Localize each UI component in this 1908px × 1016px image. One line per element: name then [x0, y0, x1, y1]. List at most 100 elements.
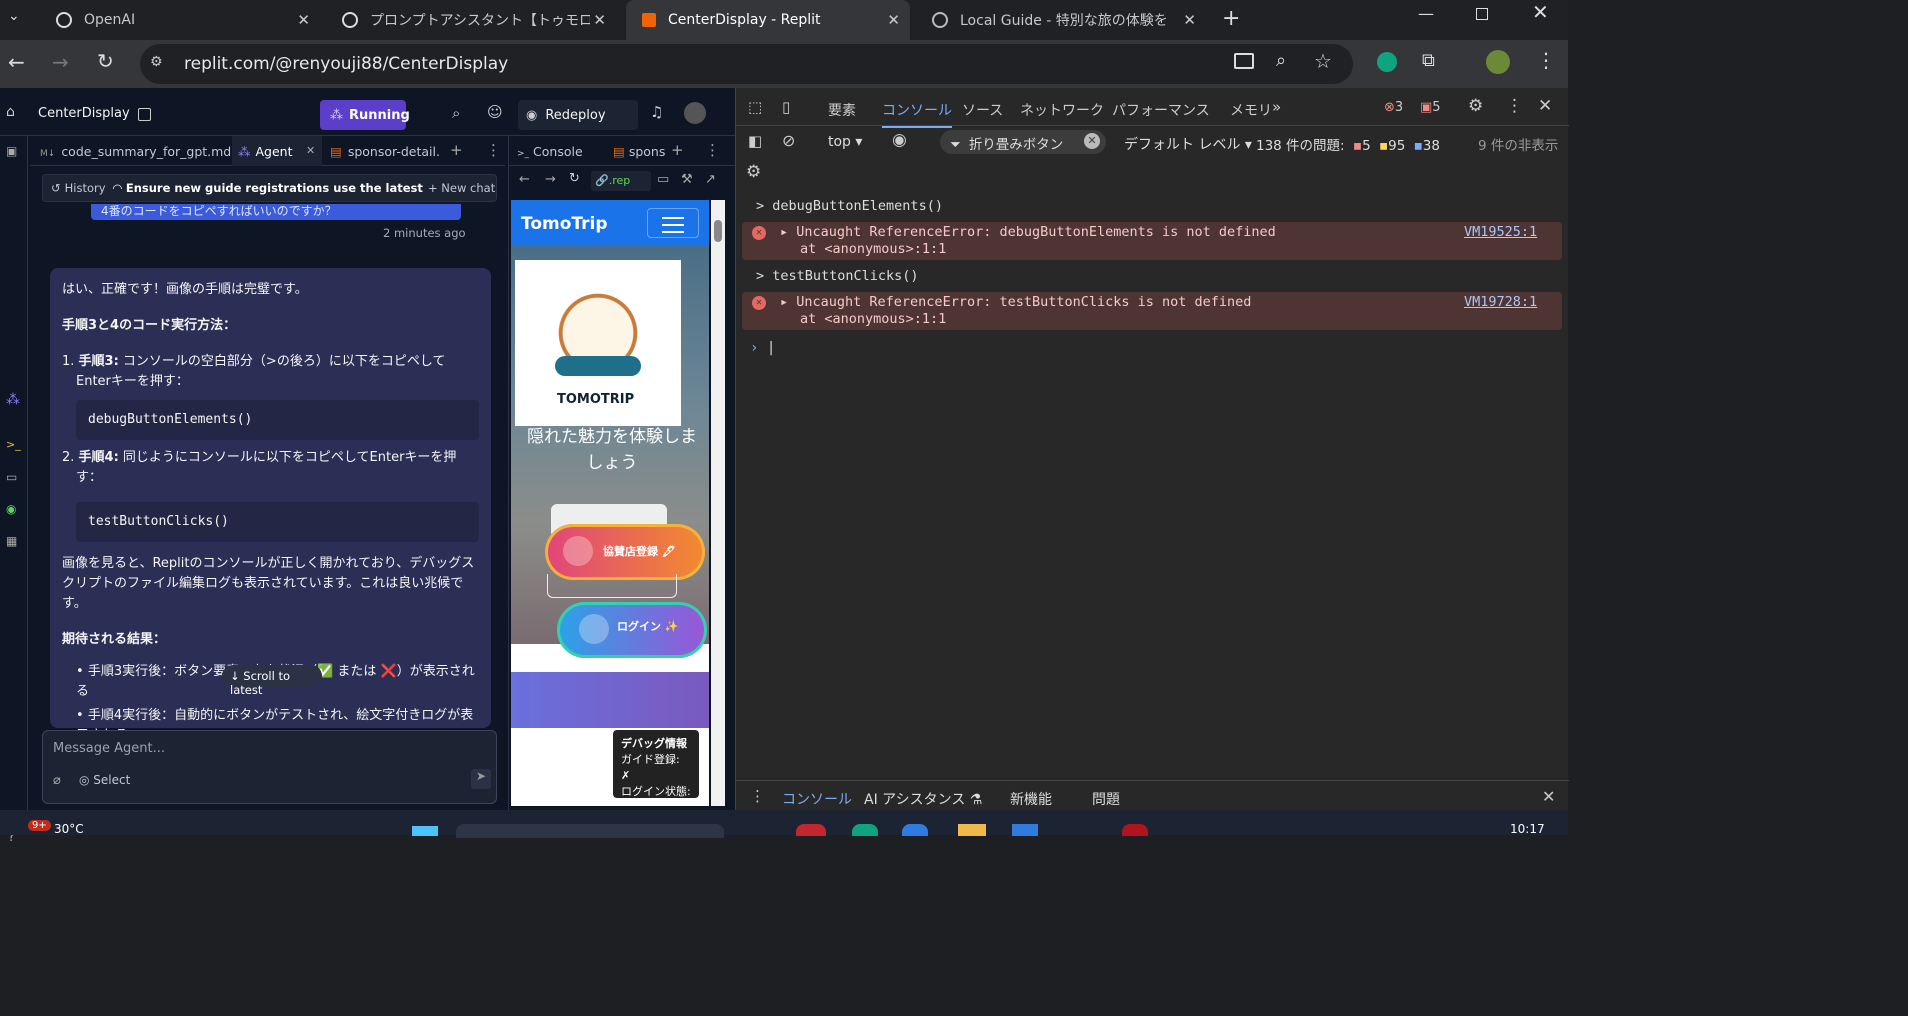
- reload-icon[interactable]: ↻: [97, 49, 114, 73]
- close-icon[interactable]: ✕: [297, 11, 310, 29]
- preview-url[interactable]: 🔗.rep: [591, 171, 651, 191]
- devtools-tab-performance[interactable]: パフォーマンス: [1112, 100, 1210, 120]
- shell-icon[interactable]: >_: [6, 438, 21, 451]
- install-icon[interactable]: [1234, 53, 1254, 69]
- redeploy-button[interactable]: ◉ Redeploy: [518, 100, 638, 130]
- error-source-link[interactable]: VM19728:1: [1464, 294, 1537, 310]
- browser-tab-local-guide[interactable]: Local Guide - 特別な旅の体験を ✕: [916, 0, 1206, 40]
- new-tab-icon[interactable]: +: [1222, 6, 1240, 31]
- drawer-tab-ai-assistance[interactable]: AI アシスタンス ⚗: [864, 789, 982, 809]
- all-tools-icon[interactable]: ▦: [6, 534, 17, 548]
- tab-code-summary[interactable]: M↓ code_summary_for_gpt.md: [40, 144, 231, 159]
- tab-options-icon[interactable]: ⋮: [705, 141, 720, 159]
- drawer-close-icon[interactable]: ✕: [1542, 787, 1555, 806]
- taskbar-app-icon[interactable]: [1122, 824, 1148, 836]
- new-tab-plus-icon[interactable]: +: [671, 141, 684, 159]
- history-button[interactable]: ↺ History: [51, 181, 106, 195]
- close-icon[interactable]: ✕: [593, 11, 606, 29]
- code-block-test[interactable]: testButtonClicks(): [76, 502, 479, 542]
- issues-summary[interactable]: 138 件の問題: ▪5 ▪95 ▪38: [1256, 134, 1440, 154]
- device-icon[interactable]: ▭: [657, 172, 669, 187]
- drawer-tab-whats-new[interactable]: 新機能: [1010, 789, 1052, 809]
- tab-console[interactable]: >_ Console: [517, 144, 583, 159]
- context-selector[interactable]: top ▾: [828, 134, 862, 150]
- agent-input-box[interactable]: Message Agent... ⌀ ◎ Select ➤: [42, 730, 497, 804]
- console-error-2[interactable]: ✕ ▸ Uncaught ReferenceError: testButtonC…: [742, 292, 1562, 330]
- home-icon[interactable]: ⌂: [6, 104, 15, 120]
- profile-avatar[interactable]: [1486, 50, 1510, 74]
- drawer-tab-issues[interactable]: 問題: [1092, 789, 1120, 809]
- new-tab-plus-icon[interactable]: +: [450, 141, 463, 159]
- tab-search-icon[interactable]: ⌄: [8, 8, 30, 30]
- close-icon[interactable]: ✕: [887, 11, 900, 29]
- collapse-sidebar-icon[interactable]: ▣: [6, 144, 17, 158]
- forward-icon[interactable]: →: [545, 172, 556, 187]
- back-icon[interactable]: ←: [519, 172, 530, 187]
- sponsor-register-button[interactable]: 協賛店登録 🖋: [545, 524, 705, 580]
- hamburger-menu-button[interactable]: [647, 208, 699, 238]
- console-settings-gear-icon[interactable]: ⚙: [746, 162, 761, 182]
- new-chat-button[interactable]: + New chat: [428, 181, 495, 195]
- minimize-icon[interactable]: —: [1418, 4, 1434, 23]
- message-input-placeholder[interactable]: Message Agent...: [53, 741, 165, 756]
- open-external-icon[interactable]: ↗: [705, 172, 716, 187]
- taskbar-app-icon[interactable]: [1012, 824, 1038, 836]
- preview-icon[interactable]: ▭: [6, 470, 17, 484]
- tab-options-icon[interactable]: ⋮: [486, 141, 501, 159]
- clock[interactable]: 10:17: [1510, 822, 1545, 836]
- window-close-icon[interactable]: ✕: [1532, 0, 1549, 24]
- hero-button-outline[interactable]: [547, 574, 677, 598]
- close-icon[interactable]: ✕: [306, 144, 315, 157]
- code-block-debug[interactable]: debugButtonElements(): [76, 400, 479, 440]
- restore-icon[interactable]: [1476, 8, 1488, 20]
- devtools-tab-console[interactable]: コンソール: [882, 100, 952, 128]
- site-logo-text[interactable]: TomoTrip: [521, 214, 608, 234]
- log-level-dropdown[interactable]: デフォルト レベル ▾: [1124, 134, 1252, 154]
- project-menu-icon[interactable]: [138, 108, 151, 121]
- agent-icon[interactable]: ⁂: [6, 392, 20, 408]
- notifications-bell-icon[interactable]: ♫: [650, 103, 663, 121]
- more-tabs-icon[interactable]: »: [1272, 98, 1281, 116]
- settings-gear-icon[interactable]: ⚙: [1468, 96, 1483, 116]
- back-icon[interactable]: ←: [8, 50, 25, 74]
- running-button[interactable]: ⁂ Running: [320, 100, 410, 130]
- select-button[interactable]: ◎ Select: [79, 773, 130, 787]
- drawer-menu-icon[interactable]: ⋮: [750, 787, 765, 805]
- send-icon[interactable]: ➤: [471, 769, 491, 789]
- devtools-tab-network[interactable]: ネットワーク: [1020, 100, 1104, 120]
- attach-icon[interactable]: ⌀: [53, 773, 61, 788]
- reload-icon[interactable]: ↻: [569, 171, 580, 186]
- device-toolbar-icon[interactable]: ▯: [782, 98, 790, 116]
- devtools-menu-icon[interactable]: ⋮: [1506, 96, 1523, 116]
- site-info-icon[interactable]: ⚙: [150, 54, 163, 70]
- browser-menu-icon[interactable]: ⋮: [1536, 48, 1556, 72]
- error-source-link[interactable]: VM19525:1: [1464, 224, 1537, 240]
- deploy-rail-icon[interactable]: ◉: [6, 502, 16, 516]
- start-icon[interactable]: [412, 826, 438, 836]
- browser-tab-openai[interactable]: OpenAI ✕: [40, 0, 320, 40]
- extensions-icon[interactable]: ⧉: [1422, 50, 1435, 71]
- user-avatar[interactable]: [684, 102, 706, 124]
- zoom-icon[interactable]: ⌕: [1276, 50, 1286, 71]
- taskbar-app-icon[interactable]: [958, 824, 986, 836]
- sidebar-toggle-icon[interactable]: ◧: [748, 132, 762, 150]
- tab-sponsor-preview[interactable]: ▤ spons: [613, 144, 665, 159]
- console-error-1[interactable]: ✕ ▸ Uncaught ReferenceError: debugButton…: [742, 222, 1562, 260]
- browser-tab-prompt[interactable]: プロンプトアシスタント【トゥモローブル- ✕: [326, 0, 616, 40]
- devtools-tab-elements[interactable]: 要素: [828, 100, 856, 120]
- taskbar-app-icon[interactable]: [902, 824, 928, 836]
- invite-icon[interactable]: ☺: [487, 103, 503, 121]
- forward-icon[interactable]: →: [52, 50, 69, 74]
- weather-temp[interactable]: 30°C: [54, 822, 84, 836]
- error-count-badge[interactable]: ⊗3: [1384, 100, 1403, 115]
- scroll-to-latest-button[interactable]: ↓ Scroll to latest: [222, 665, 322, 697]
- chatgpt-extension-icon[interactable]: [1377, 52, 1397, 72]
- project-name[interactable]: CenterDisplay: [38, 106, 130, 121]
- clear-filter-icon[interactable]: ✕: [1084, 133, 1100, 149]
- devtools-close-icon[interactable]: ✕: [1538, 96, 1552, 116]
- preview-scrollbar[interactable]: [711, 200, 725, 806]
- close-icon[interactable]: ✕: [1183, 11, 1196, 29]
- clear-console-icon[interactable]: ⊘: [782, 131, 795, 150]
- console-prompt-input[interactable]: › |: [750, 340, 1560, 360]
- console-filter-input[interactable]: ⏷ 折り畳みボタン ✕: [940, 130, 1106, 154]
